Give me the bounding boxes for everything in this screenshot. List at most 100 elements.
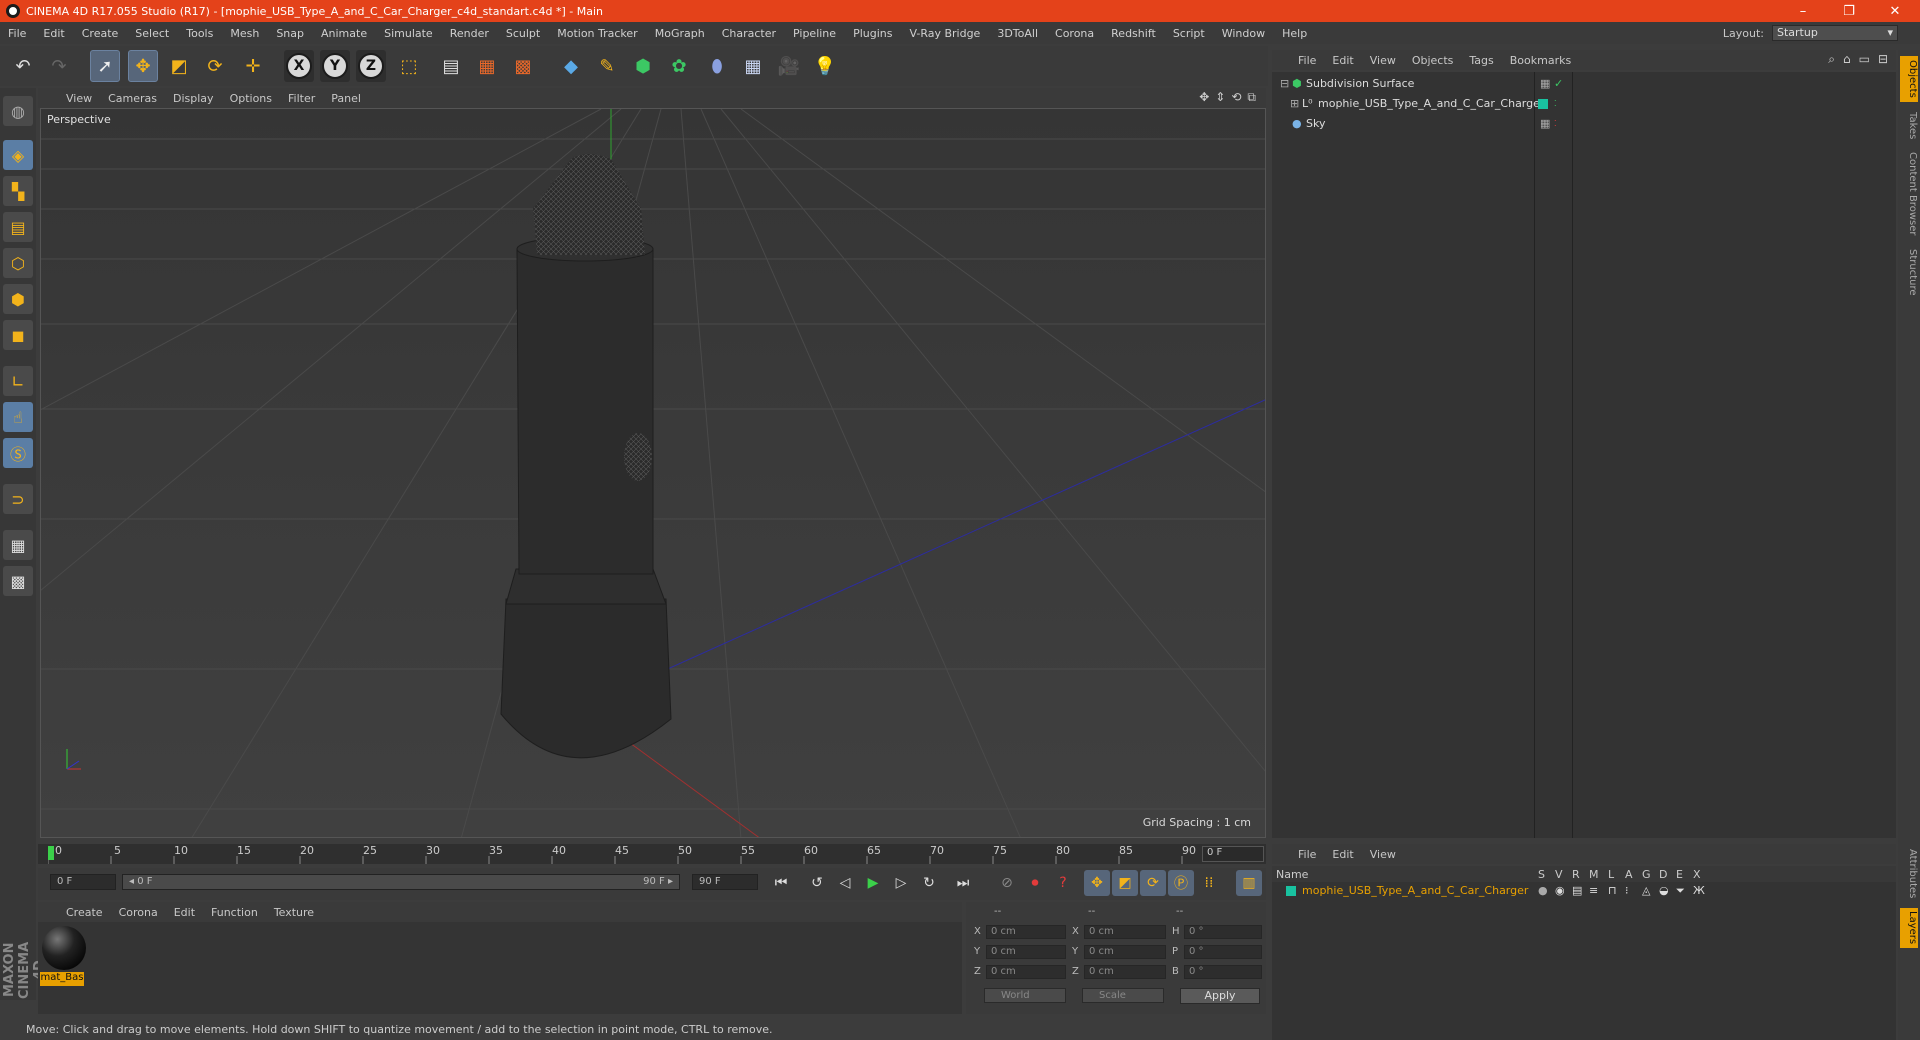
menu-script[interactable]: Script: [1173, 27, 1205, 40]
rotation-h-field[interactable]: 0 °: [1184, 925, 1262, 939]
material-preview[interactable]: [42, 926, 86, 970]
menu-animate[interactable]: Animate: [321, 27, 367, 40]
rotation-b-field[interactable]: 0 °: [1184, 965, 1262, 979]
floor-icon[interactable]: ▦: [738, 50, 768, 82]
cloner-icon[interactable]: ✿: [664, 50, 694, 82]
object-row[interactable]: ⊞ L⁰ mophie_USB_Type_A_and_C_Car_Charger…: [1272, 94, 1896, 114]
view-toggle-icon[interactable]: ◉: [1555, 884, 1565, 897]
next-frame-icon[interactable]: ▷: [888, 870, 914, 896]
transform-tool-icon[interactable]: ✛: [238, 50, 268, 82]
home-icon[interactable]: ⌂: [1843, 52, 1851, 67]
menu-window[interactable]: Window: [1222, 27, 1265, 40]
key-pla-icon[interactable]: ⁞⁞: [1196, 870, 1222, 896]
end-frame-field[interactable]: 90 F: [692, 874, 758, 890]
position-x-field[interactable]: 0 cm: [986, 925, 1066, 939]
visibility-toggle-icon[interactable]: ▦: [1540, 74, 1550, 94]
menu-motion-tracker[interactable]: Motion Tracker: [557, 27, 637, 40]
layer-menu-file[interactable]: File: [1298, 848, 1316, 861]
close-button[interactable]: ✕: [1872, 0, 1918, 22]
edges-mode-icon[interactable]: ⬢: [3, 284, 33, 314]
menu-edit[interactable]: Edit: [43, 27, 64, 40]
keyframe-selection-icon[interactable]: ?: [1050, 870, 1076, 896]
axis-mode-icon[interactable]: ∟: [3, 366, 33, 396]
rotation-p-field[interactable]: 0 °: [1184, 945, 1262, 959]
tab-objects[interactable]: Objects: [1900, 56, 1918, 102]
light-icon[interactable]: 💡: [810, 50, 840, 82]
previous-frame-icon[interactable]: ◁: [832, 870, 858, 896]
lock-toggle-icon[interactable]: ⊓: [1608, 884, 1617, 897]
menu-create[interactable]: Create: [82, 27, 119, 40]
render-to-picture-viewer-icon[interactable]: ▦: [472, 50, 502, 82]
start-frame-field[interactable]: 0 F: [50, 874, 116, 890]
polygons-mode-icon[interactable]: ◼: [3, 320, 33, 350]
auto-keying-icon[interactable]: ⏺: [1022, 870, 1048, 896]
tab-takes[interactable]: Takes: [1900, 108, 1918, 144]
object-menu-view[interactable]: View: [1370, 54, 1396, 67]
layer-name[interactable]: mophie_USB_Type_A_and_C_Car_Charger: [1302, 884, 1528, 897]
column-solo[interactable]: S: [1538, 868, 1545, 881]
enabled-check-icon[interactable]: ✓: [1554, 74, 1563, 94]
material-menu-edit[interactable]: Edit: [174, 906, 195, 919]
texture-mode-icon[interactable]: ▚: [3, 176, 33, 206]
object-row[interactable]: ● Sky ▦ ⁚: [1272, 114, 1896, 134]
manager-toggle-icon[interactable]: ≡: [1589, 884, 1598, 897]
key-parameter-icon[interactable]: Ⓟ: [1168, 870, 1194, 896]
column-name[interactable]: Name: [1276, 868, 1308, 881]
menu-mograph[interactable]: MoGraph: [655, 27, 705, 40]
menu-sculpt[interactable]: Sculpt: [506, 27, 540, 40]
coordinate-space-dropdown[interactable]: World: [984, 988, 1066, 1003]
menu-3dtoall[interactable]: 3DToAll: [997, 27, 1038, 40]
menu-file[interactable]: File: [8, 27, 26, 40]
layer-menu-edit[interactable]: Edit: [1332, 848, 1353, 861]
size-z-field[interactable]: 0 cm: [1084, 965, 1166, 979]
menu-tools[interactable]: Tools: [186, 27, 213, 40]
key-scale-icon[interactable]: ◩: [1112, 870, 1138, 896]
tab-content-browser[interactable]: Content Browser: [1900, 150, 1918, 238]
tab-structure[interactable]: Structure: [1900, 244, 1918, 300]
charger-model[interactable]: [500, 154, 672, 759]
previous-key-icon[interactable]: ↺: [804, 870, 830, 896]
workplane-mode-icon[interactable]: ▤: [3, 212, 33, 242]
menu-character[interactable]: Character: [722, 27, 776, 40]
viewport-menu-panel[interactable]: Panel: [331, 92, 361, 105]
expression-toggle-icon[interactable]: ⏷: [1676, 884, 1685, 898]
column-render[interactable]: R: [1572, 868, 1580, 881]
next-key-icon[interactable]: ↻: [916, 870, 942, 896]
record-keys-icon[interactable]: ⊘: [994, 870, 1020, 896]
object-name[interactable]: mophie_USB_Type_A_and_C_Car_Charger: [1318, 94, 1544, 114]
visibility-dots-icon[interactable]: ⁚: [1554, 94, 1557, 114]
search-icon[interactable]: ⌕: [1828, 52, 1835, 67]
xref-toggle-icon[interactable]: Ж: [1693, 884, 1705, 897]
object-menu-bookmarks[interactable]: Bookmarks: [1510, 54, 1571, 67]
column-generators[interactable]: G: [1642, 868, 1651, 881]
move-tool-icon[interactable]: ✥: [128, 50, 158, 82]
visibility-toggle-icon[interactable]: ▦: [1540, 114, 1550, 134]
material-menu-texture[interactable]: Texture: [274, 906, 314, 919]
object-menu-tags[interactable]: Tags: [1469, 54, 1493, 67]
layer-row[interactable]: mophie_USB_Type_A_and_C_Car_Charger ● ◉ …: [1272, 882, 1896, 900]
column-manager[interactable]: M: [1589, 868, 1599, 881]
object-menu-objects[interactable]: Objects: [1412, 54, 1454, 67]
menu-plugins[interactable]: Plugins: [853, 27, 892, 40]
coordinate-system-icon[interactable]: ⬚: [394, 50, 424, 82]
menu-pipeline[interactable]: Pipeline: [793, 27, 836, 40]
menu-mesh[interactable]: Mesh: [230, 27, 259, 40]
object-name[interactable]: Sky: [1306, 114, 1325, 134]
layer-menu-view[interactable]: View: [1370, 848, 1396, 861]
visibility-dots-icon[interactable]: ⁚: [1554, 114, 1557, 134]
toggle-layout-icon[interactable]: ⧉: [1247, 90, 1256, 105]
generator-toggle-icon[interactable]: ◬: [1642, 884, 1650, 897]
playhead[interactable]: [48, 846, 54, 860]
current-frame-field[interactable]: 0 F: [1202, 846, 1264, 862]
lock-x-axis-icon[interactable]: X: [284, 50, 314, 82]
viewport-menu-display[interactable]: Display: [173, 92, 214, 105]
menu-select[interactable]: Select: [135, 27, 169, 40]
column-expressions[interactable]: E: [1676, 868, 1683, 881]
lock-y-axis-icon[interactable]: Y: [320, 50, 350, 82]
pan-view-icon[interactable]: ✥: [1199, 90, 1209, 105]
timeline-window-icon[interactable]: ▥: [1236, 870, 1262, 896]
restore-button[interactable]: ❐: [1826, 0, 1872, 22]
material-menu-create[interactable]: Create: [66, 906, 103, 919]
points-mode-icon[interactable]: ⬡: [3, 248, 33, 278]
column-animation[interactable]: A: [1625, 868, 1633, 881]
